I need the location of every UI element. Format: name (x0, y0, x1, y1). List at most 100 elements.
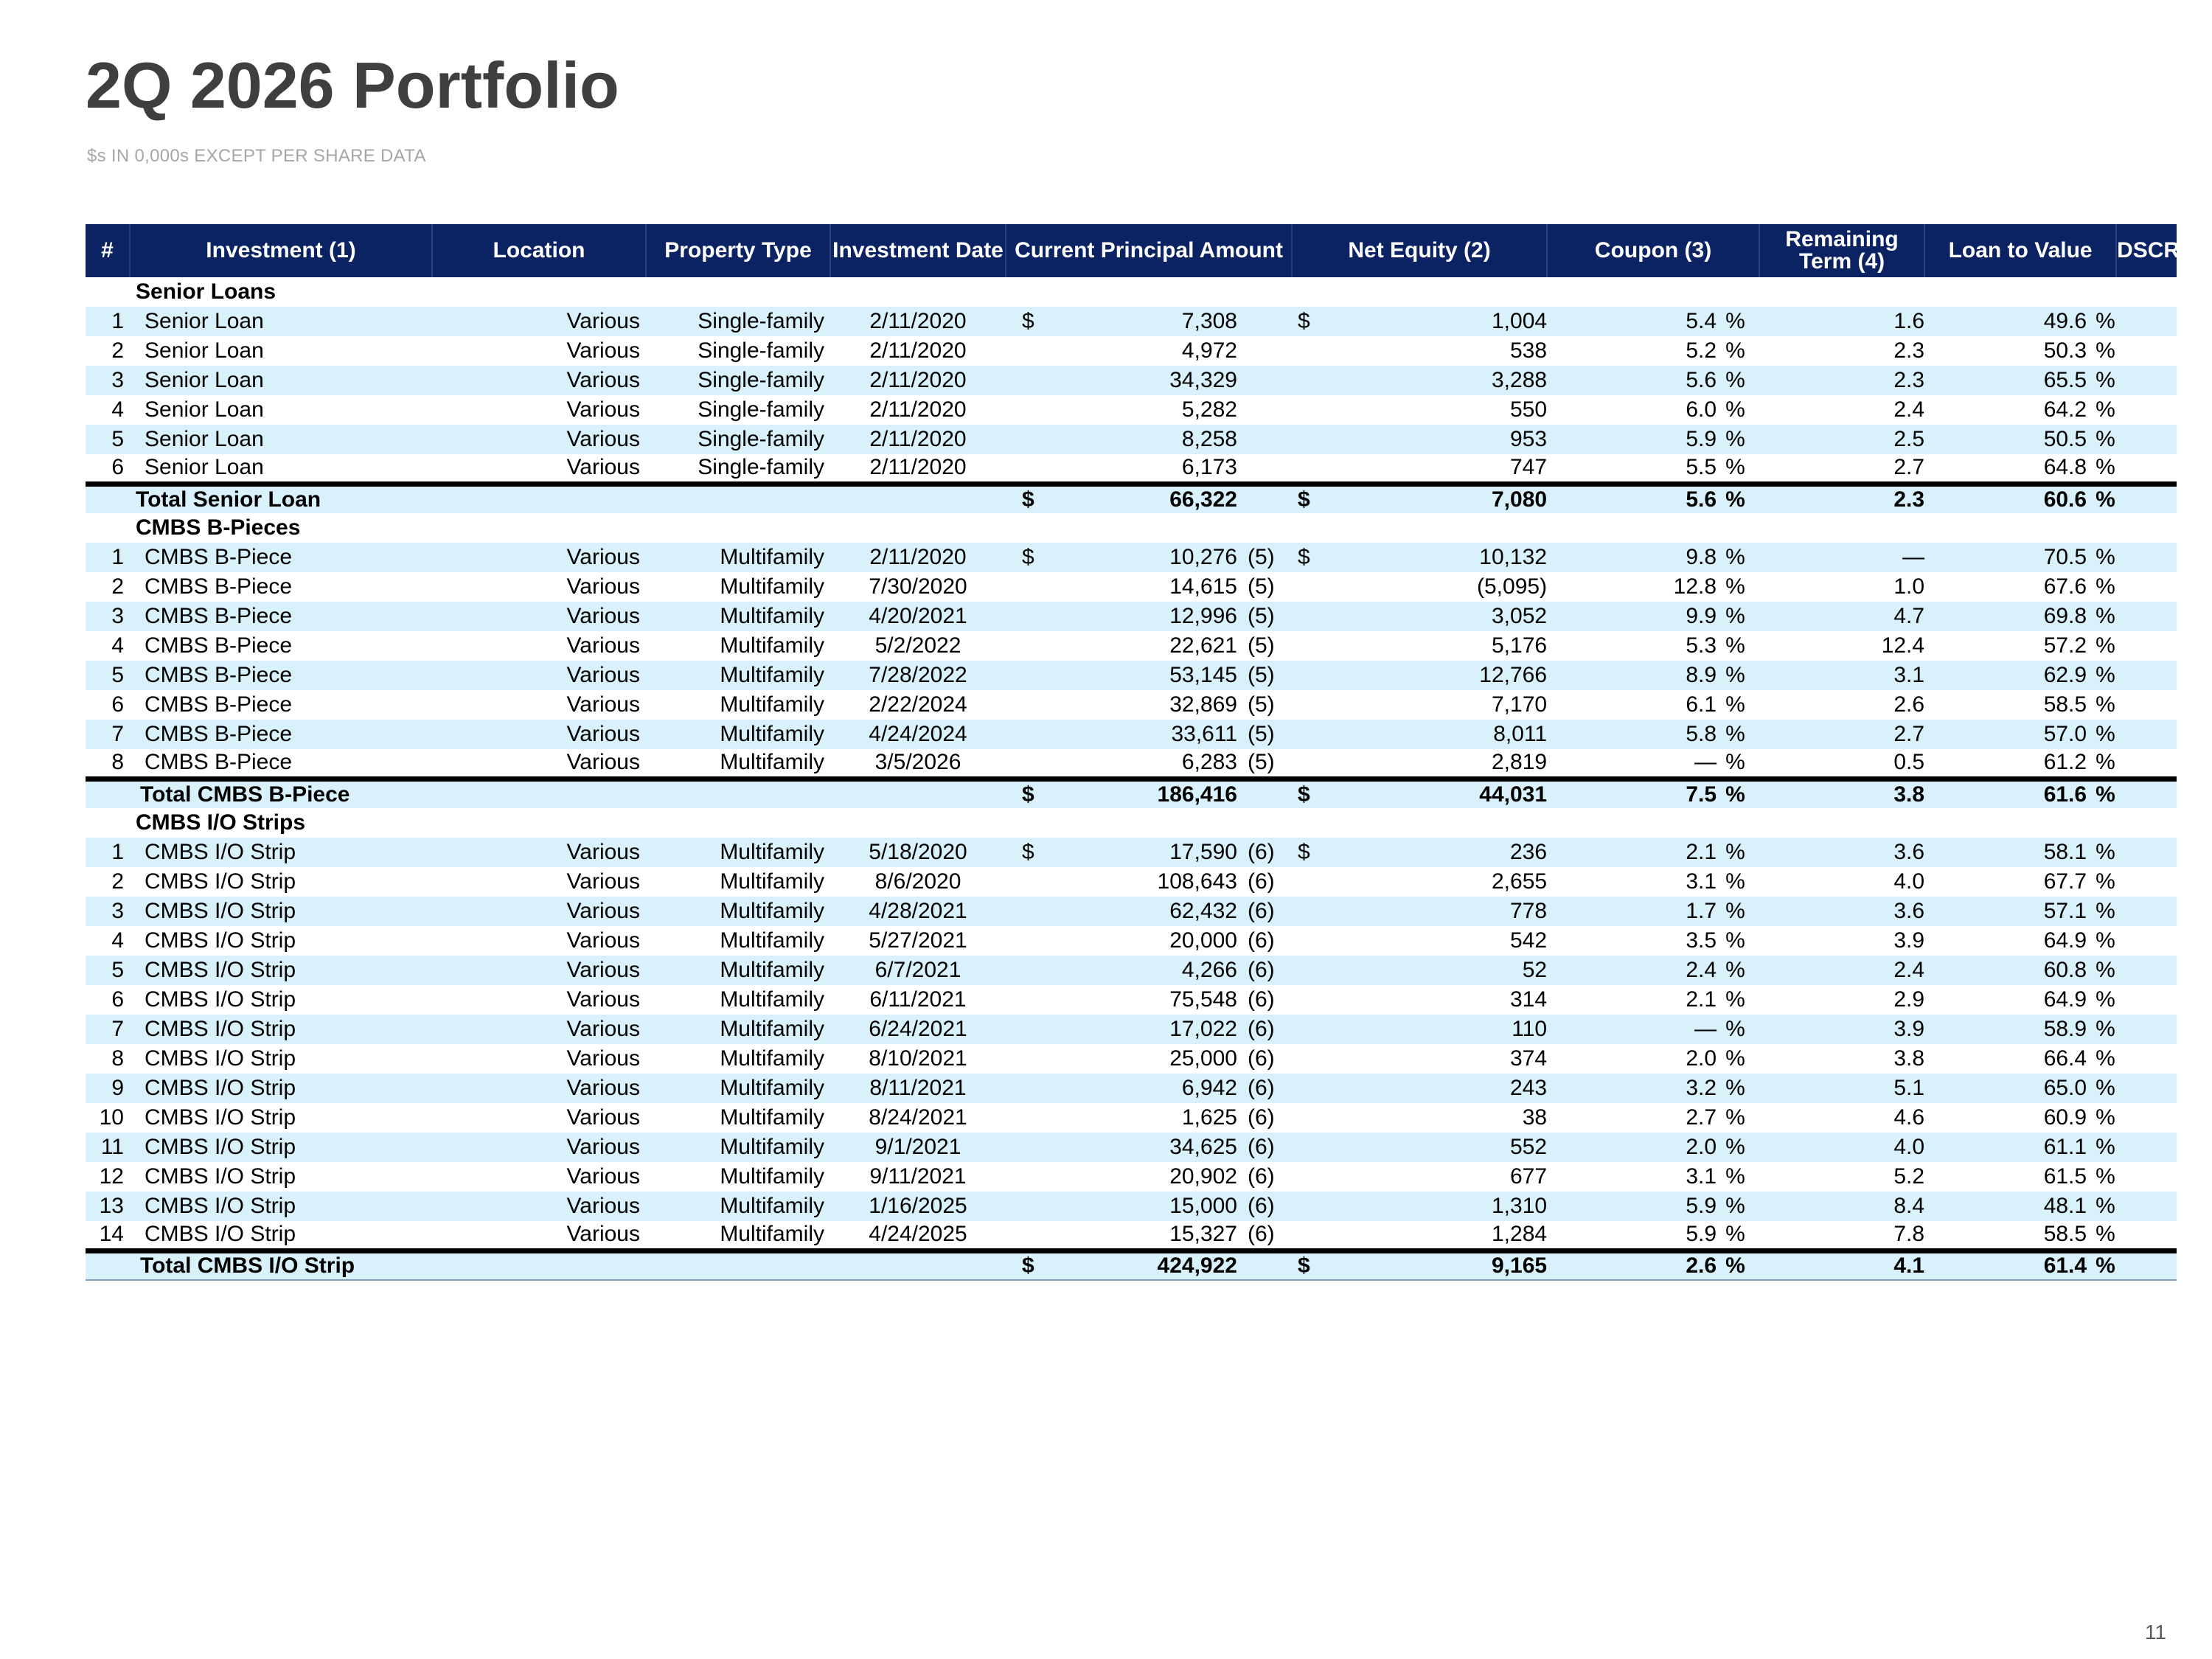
total-loan-to-value: 61.6 (1924, 776, 2087, 808)
table-row: 5 CMBS I/O Strip Various Multifamily 6/7/202… (86, 956, 2177, 985)
loan-to-value: 48.1 (1924, 1192, 2087, 1221)
total-principal-currency: $ (1016, 776, 1054, 808)
investment-name: CMBS B-Piece (130, 602, 432, 631)
equity-currency: $ (1292, 543, 1337, 572)
principal-amount: 62,432 (1054, 897, 1237, 926)
property-type: Multifamily (720, 1105, 824, 1130)
investment-name: CMBS I/O Strip (130, 1192, 432, 1221)
property-type: Multifamily (646, 661, 830, 690)
loan-to-value: 58.1 (1924, 838, 2087, 867)
principal-currency (1016, 985, 1054, 1015)
table-row: 14 CMBS I/O Strip Various Multifamily 4/24/2… (86, 1221, 2177, 1251)
coupon-percent: % (1725, 750, 1745, 775)
ltv-percent: % (2087, 1074, 2117, 1103)
principal-amount: 17,590 (1054, 838, 1237, 867)
loan-to-value: 58.5 (2043, 692, 2087, 717)
loan-to-value: 61.2 (2043, 750, 2087, 775)
principal-currency (1016, 1192, 1054, 1221)
location: Various (566, 987, 641, 1012)
table-row: 7 CMBS I/O Strip Various Multifamily 6/24/20… (86, 1015, 2177, 1044)
equity-currency (1292, 1103, 1336, 1133)
location: Various (432, 307, 646, 336)
location: Various (432, 897, 646, 926)
principal-footnote (1237, 395, 1292, 425)
equity-currency (1292, 1221, 1336, 1251)
coupon-value: 2.0 (1686, 1046, 1717, 1071)
ltv-percent: % (2087, 956, 2117, 985)
investment-name: Senior Loan (145, 397, 264, 422)
investment-name: Senior Loan (145, 338, 264, 363)
dscr-value (2116, 690, 2177, 720)
location: Various (432, 838, 646, 867)
cell-spacer (1006, 926, 1016, 956)
investment-name: CMBS I/O Strip (145, 1105, 296, 1130)
principal-amount: 22,621 (1169, 633, 1237, 658)
investment-name: CMBS B-Piece (145, 574, 293, 599)
loan-to-value: 57.0 (1924, 720, 2087, 749)
header-investment-date: Investment Date (830, 224, 1006, 277)
table-row: 7 CMBS B-Piece Various Multifamily 4/24/2024… (86, 720, 2177, 749)
cell-spacer (1006, 425, 1016, 454)
investment-date: 8/6/2020 (874, 869, 961, 894)
ltv-percent: % (2096, 574, 2115, 599)
dscr-value (2116, 926, 2177, 956)
total-principal: 186,416 (1054, 776, 1237, 808)
net-equity: 52 (1336, 956, 1548, 985)
investment-date: 4/24/2025 (869, 1222, 967, 1247)
coupon-percent: % (1717, 720, 1760, 749)
principal-footnote: (6) (1248, 1164, 1275, 1189)
total-coupon-percent: % (1717, 776, 1760, 808)
dscr-value (2116, 425, 2177, 454)
cell-spacer (1006, 1248, 1016, 1281)
location: Various (432, 720, 646, 749)
equity-currency: $ (1292, 307, 1337, 336)
table-row: 4 Senior Loan Various Single-family 2/11/202… (86, 395, 2177, 425)
table-row: 1 CMBS B-Piece Various Multifamily 2/11/2020… (86, 543, 2177, 572)
header-investment: Investment (1) (130, 224, 433, 277)
table-row: 9 CMBS I/O Strip Various Multifamily 8/11/20… (86, 1074, 2177, 1103)
principal-currency (1016, 1103, 1054, 1133)
location: Various (432, 1074, 646, 1103)
investment-date: 2/11/2020 (830, 425, 1006, 454)
cell-spacer (1006, 307, 1016, 336)
header-number: # (86, 224, 131, 277)
investment-name: Senior Loan (130, 425, 432, 454)
principal-amount: 108,643 (1157, 869, 1237, 894)
dscr-value (2116, 720, 2177, 749)
coupon-percent: % (1725, 1164, 1745, 1189)
net-equity: 2,655 (1491, 869, 1548, 894)
dscr-value (2116, 838, 2177, 867)
loan-to-value: 49.6 (1924, 307, 2087, 336)
coupon-value: 2.1 (1686, 987, 1717, 1012)
row-number: 6 (111, 692, 124, 717)
dscr-value (2116, 543, 2177, 572)
principal-amount: 34,329 (1054, 366, 1237, 395)
total-net-equity: 44,031 (1336, 776, 1548, 808)
cell-spacer (1006, 749, 1016, 779)
principal-currency (1016, 1162, 1054, 1192)
investment-date: 2/11/2020 (830, 543, 1006, 572)
coupon-percent: % (1717, 543, 1760, 572)
cell-spacer (1006, 1133, 1016, 1162)
ltv-percent: % (2096, 692, 2115, 717)
principal-amount: 34,625 (1054, 1133, 1237, 1162)
property-type: Multifamily (720, 1164, 824, 1189)
principal-currency (1016, 572, 1054, 602)
principal-footnote: (6) (1237, 1192, 1293, 1221)
row-number: 7 (86, 1015, 130, 1044)
section-heading-row: CMBS I/O Strips (86, 808, 2177, 838)
location: Various (566, 1046, 641, 1071)
row-number: 1 (86, 307, 130, 336)
ltv-percent: % (2096, 987, 2115, 1012)
investment-name: CMBS B-Piece (130, 720, 432, 749)
dscr-value (2116, 1044, 2177, 1074)
ltv-percent: % (2087, 543, 2117, 572)
net-equity: 1,284 (1491, 1222, 1548, 1247)
dscr-value (2116, 307, 2177, 336)
location: Various (432, 661, 646, 690)
coupon-percent: % (1725, 1222, 1745, 1247)
total-equity-currency: $ (1292, 776, 1337, 808)
investment-date: 2/11/2020 (830, 307, 1006, 336)
principal-amount: 6,942 (1054, 1074, 1237, 1103)
section-heading: CMBS I/O Strips (136, 810, 306, 835)
